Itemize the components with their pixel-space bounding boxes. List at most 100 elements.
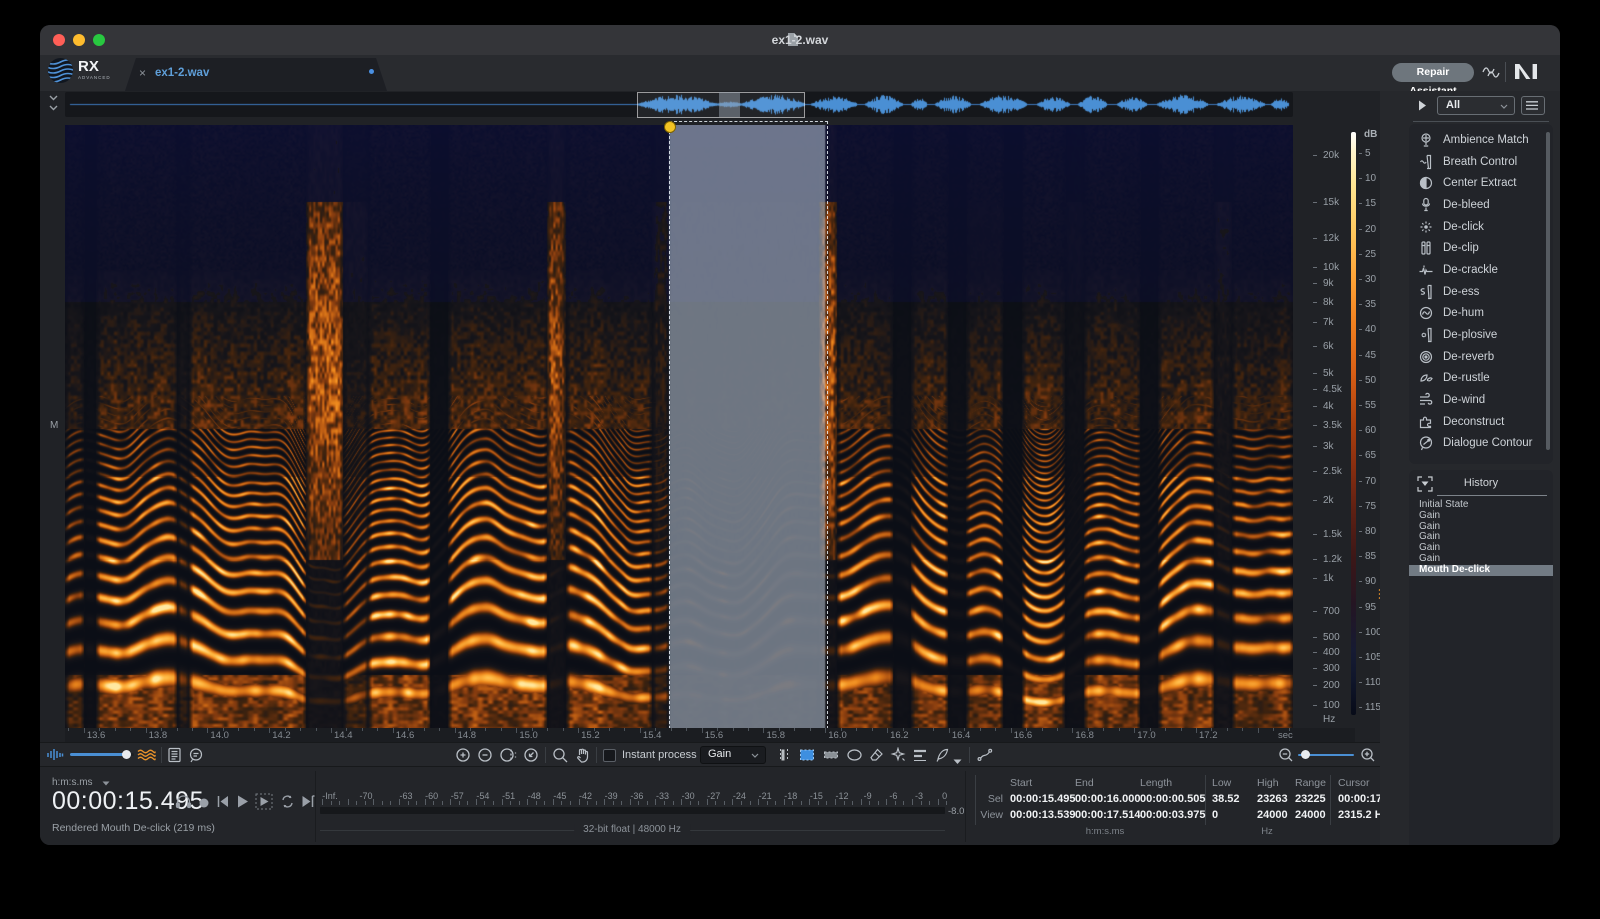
module-item-de-wind[interactable]: De-wind [1409,389,1553,411]
ruler-time-label: 17.2 [1198,730,1218,741]
meter-tick [646,801,648,805]
ruler-tick [485,728,487,731]
module-item-de-hum[interactable]: De-hum [1409,303,1553,325]
panel-separator [965,771,966,842]
time-ruler[interactable]: 13.6 13.8 14.0 14.2 14.4 14.6 14.8 15.0 15.2 15.4… [65,728,1355,742]
brush-tool-icon[interactable] [868,747,885,768]
module-item-de-bleed[interactable]: De-bleed [1409,194,1553,216]
module-item-de-reverb[interactable]: De-reverb [1409,346,1553,368]
monitor-headphones-icon[interactable] [175,794,192,814]
module-list-scrollbar[interactable] [1546,132,1550,450]
zoom-in-icon[interactable] [455,747,471,768]
module-item-partial[interactable] [1409,454,1553,464]
zoom-reset-icon[interactable] [523,747,539,768]
ruler-tick [732,728,734,731]
compare-waveform-icon[interactable] [1482,63,1501,86]
freq-tick-label: 8k [1323,296,1334,308]
meter-peak-readout[interactable]: -8.0 [948,806,964,817]
module-selector-dropdown[interactable]: Gain [700,746,766,764]
magic-wand-tool-icon[interactable] [890,746,906,768]
time-format-chevron-icon[interactable] [102,781,110,786]
time-selection-tool-icon[interactable] [776,747,792,768]
horizontal-zoom-out-icon[interactable] [1278,747,1294,768]
meter-tick [330,801,332,805]
draw-curve-tool-icon[interactable] [976,747,994,768]
module-sidebar: All Ambience Match Breath Control Center… [1380,91,1560,845]
freq-tick-label: 7k [1323,317,1334,329]
go-to-end-button-icon[interactable] [301,795,315,813]
instant-process-checkbox[interactable] [603,749,616,762]
module-item-ambience-match[interactable]: Ambience Match [1409,129,1553,151]
zoom-selection-icon[interactable] [499,747,519,768]
lasso-tool-icon[interactable] [846,748,863,767]
module-menu-button[interactable] [1521,96,1545,115]
play-selection-button-icon[interactable] [255,793,273,815]
db-tick-mark [1359,657,1362,658]
meter-tick [715,801,717,805]
freq-tick-mark [1313,283,1317,285]
meter-scale-label: -42 [579,791,593,801]
meter-scale-label: -15 [809,791,823,801]
monitor-volume-fill [70,753,126,756]
spectrogram-canvas[interactable] [65,125,1293,728]
meter-tick [501,799,503,805]
meter-tick [322,799,323,805]
zoom-out-icon[interactable] [477,747,493,768]
playhead-marker[interactable] [664,121,676,133]
ruler-tick [763,728,765,733]
db-tick-label: 40 [1365,324,1377,336]
module-item-breath-control[interactable]: Breath Control [1409,151,1553,173]
module-label: De-clip [1443,242,1479,255]
collapse-overview-icon[interactable] [48,94,59,117]
module-item-de-plosive[interactable]: De-plosive [1409,324,1553,346]
spectrogram-settings-icon[interactable] [137,748,156,767]
flatten-tool-icon[interactable] [912,748,928,767]
meter-tick [552,799,554,805]
previous-button-icon[interactable] [216,795,230,813]
meter-tick [672,801,674,805]
module-filter-dropdown[interactable]: All [1437,96,1515,115]
module-item-center-extract[interactable]: Center Extract [1409,172,1553,194]
ruler-time-label: 13.8 [148,730,168,741]
tab-ex1-2[interactable]: × ex1-2.wav [125,58,387,91]
module-item-de-click[interactable]: De-click [1409,216,1553,238]
feather-tool-icon[interactable] [934,747,950,768]
meter-tick [903,801,905,805]
meter-scale-label: -60 [425,791,439,801]
monitor-volume-knob[interactable] [122,750,131,759]
monitor-level-icon[interactable] [46,748,64,766]
meter-tick [869,801,871,805]
meter-tick [450,799,452,805]
history-item-selected[interactable]: Mouth De-click [1409,564,1553,576]
module-item-de-clip[interactable]: De-clip [1409,237,1553,259]
time-frequency-selection-tool-icon[interactable] [798,747,816,768]
meter-tick [877,801,879,805]
module-item-dialogue-contour[interactable]: Dialogue Contour [1409,433,1553,455]
module-item-deconstruct[interactable]: Deconstruct [1409,411,1553,433]
module-label: De-wind [1443,394,1486,407]
module-item-de-rustle[interactable]: De-rustle [1409,368,1553,390]
loop-button-icon[interactable] [280,794,295,814]
clipboard-icon[interactable] [167,747,182,768]
tab-close-icon[interactable]: × [139,66,146,80]
horizontal-zoom-slider-knob[interactable] [1301,750,1310,759]
meter-tick [937,799,939,805]
ruler-time-label: 15.6 [704,730,724,741]
ruler-time-label: 14.0 [210,730,229,741]
play-button-icon[interactable] [236,795,249,813]
freq-tick-label: 400 [1323,646,1340,658]
db-tick-label: 10 [1365,173,1377,185]
frequency-selection-tool-icon[interactable] [822,747,840,768]
module-play-icon[interactable] [1418,100,1427,111]
record-button-icon[interactable] [198,796,210,814]
ruler-time-label: 14.4 [333,730,353,741]
history-item[interactable]: Gain [1409,510,1553,522]
repair-assistant-button[interactable]: Repair Assistant [1392,63,1474,97]
module-item-de-crackle[interactable]: De-crackle [1409,259,1553,281]
horizontal-zoom-in-icon[interactable] [1360,747,1376,768]
spectrogram-area[interactable] [65,125,1293,728]
meter-tick [398,799,400,805]
waveform-overview[interactable] [65,92,1293,118]
module-item-de-ess[interactable]: De-ess [1409,281,1553,303]
comment-icon[interactable] [188,747,204,768]
